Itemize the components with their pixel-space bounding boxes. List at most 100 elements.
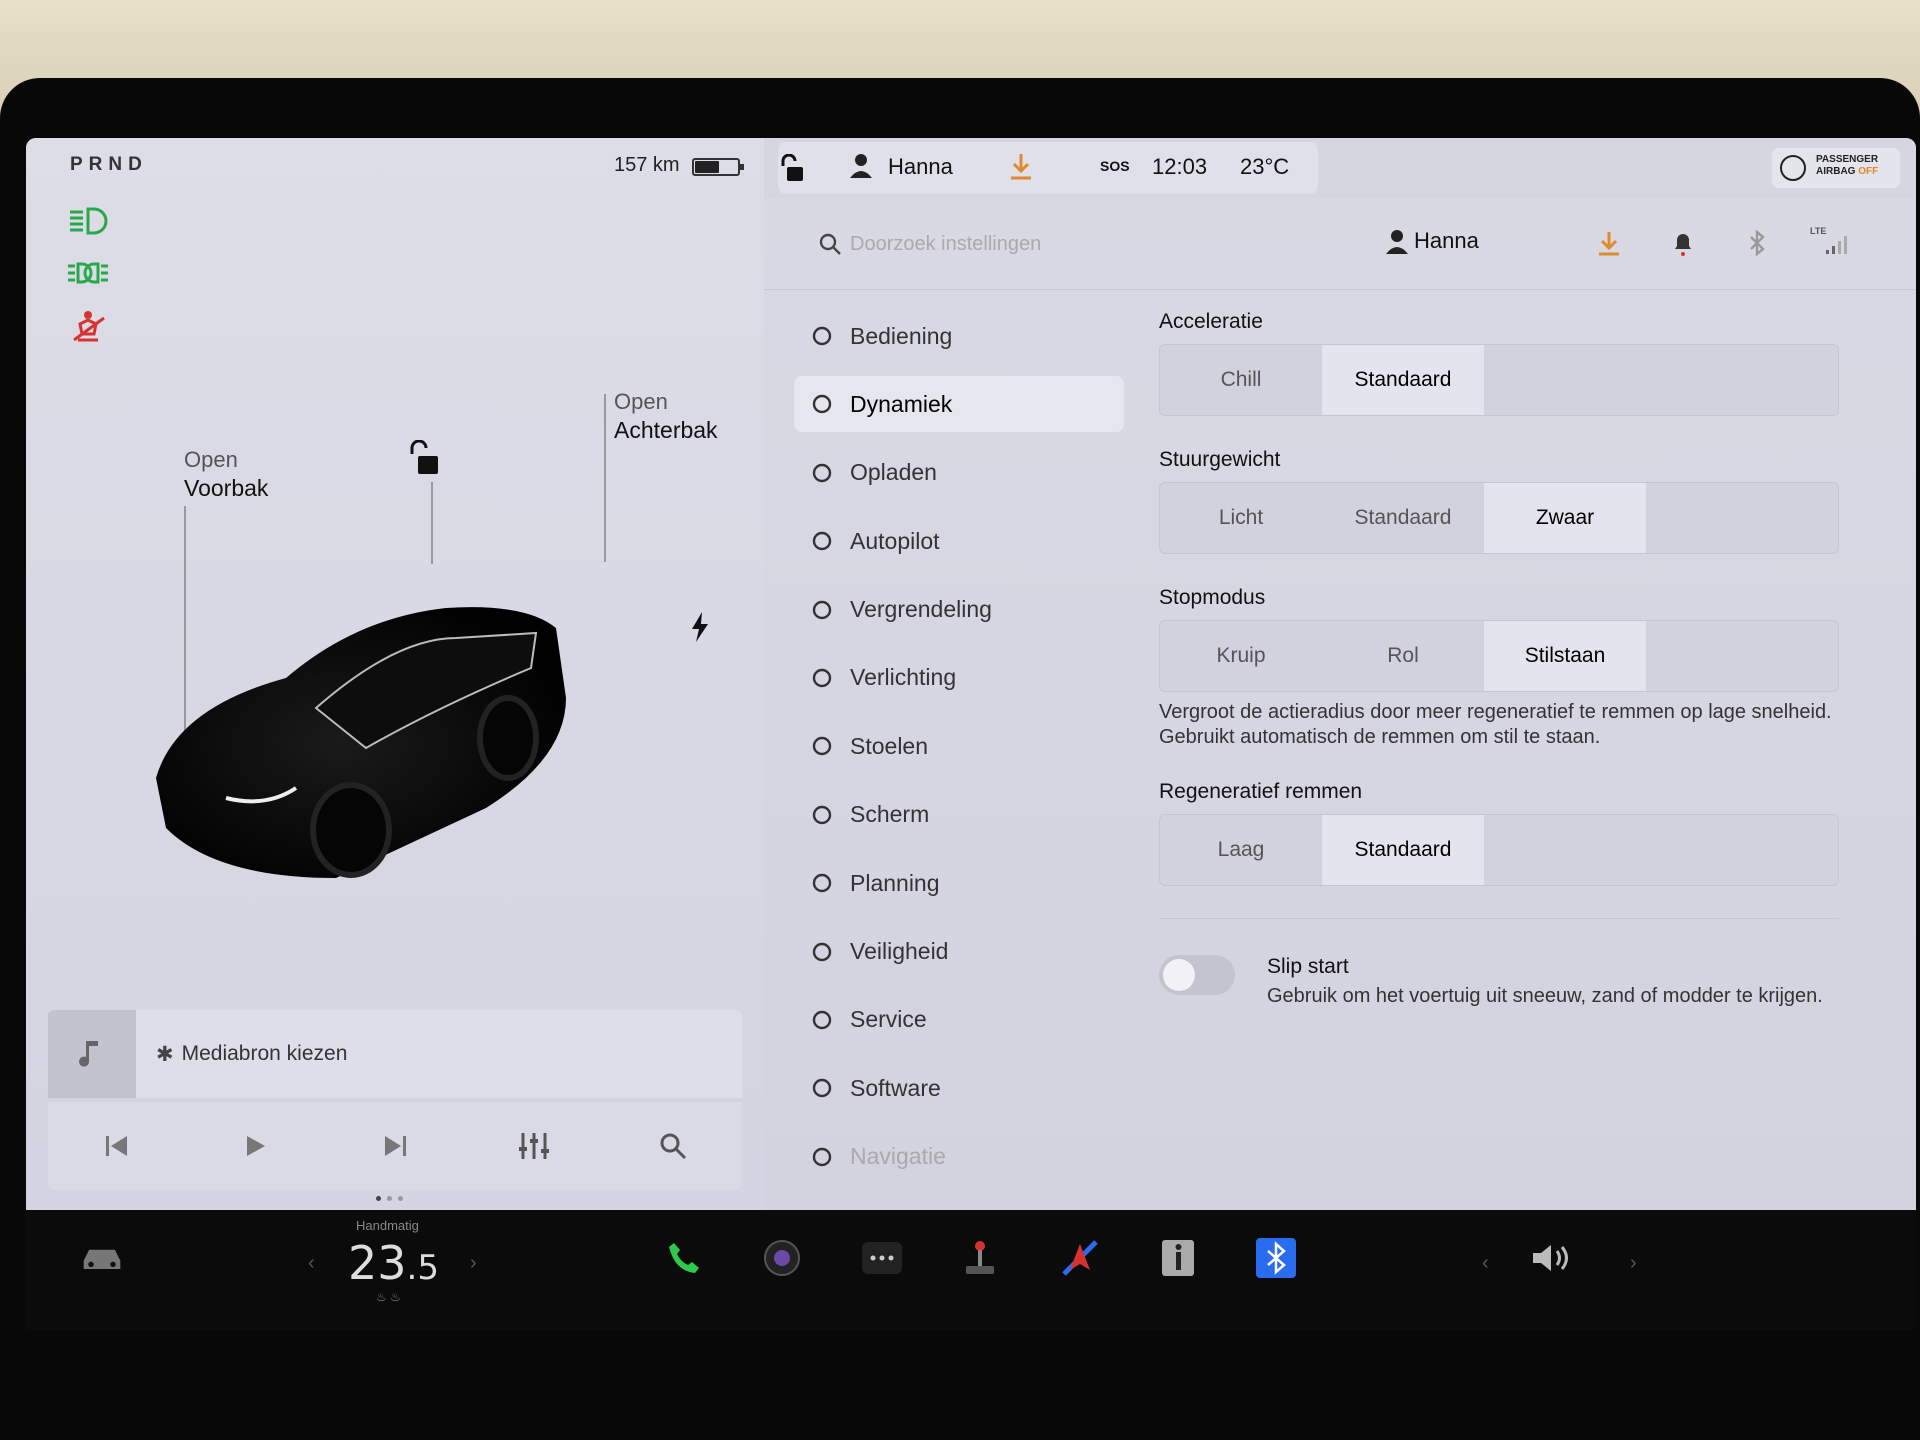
media-search-icon[interactable] <box>653 1126 693 1166</box>
acceleration-option[interactable]: Chill <box>1160 345 1322 415</box>
charge-port-icon[interactable] <box>690 612 710 642</box>
acceleration-title: Acceleratie <box>1159 310 1263 333</box>
battery-icon <box>692 158 744 176</box>
lock-icon <box>810 598 834 622</box>
profile-icon[interactable] <box>1386 230 1408 254</box>
car-icon[interactable] <box>80 1236 124 1280</box>
volume-up-icon[interactable]: › <box>1630 1252 1637 1275</box>
seatbelt-warning-icon <box>73 311 105 342</box>
acceleration-option[interactable]: Standaard <box>1322 345 1484 415</box>
slip-start-description: Gebruik om het voertuig uit sneeuw, zand… <box>1267 985 1823 1007</box>
navigation-icon <box>810 1145 834 1169</box>
regen-option[interactable]: Standaard <box>1322 815 1484 885</box>
nav-item-veiligheid[interactable]: Veiligheid <box>794 924 1124 980</box>
nav-item-vergrendeling[interactable]: Vergrendeling <box>794 582 1124 638</box>
temp-up-icon[interactable]: › <box>470 1252 477 1275</box>
media-source-button[interactable]: ✱ Mediabron kiezen <box>136 1010 742 1098</box>
dynamics-settings: Acceleratie Chill Standaard Stuurgewicht … <box>1159 310 1839 1045</box>
settings-search-input[interactable] <box>850 228 1270 260</box>
steering-title: Stuurgewicht <box>1159 448 1281 471</box>
profile-name[interactable]: Hanna <box>1414 228 1479 254</box>
stop-mode-option[interactable]: Rol <box>1322 621 1484 691</box>
lock-status-icon[interactable] <box>780 154 804 182</box>
rear-trunk-label[interactable]: Open Achterbak <box>614 388 718 444</box>
stop-mode-title: Stopmodus <box>1159 586 1266 609</box>
cabin-temperature[interactable]: 23.5 <box>348 1236 439 1290</box>
play-icon[interactable] <box>236 1126 276 1166</box>
stop-mode-option[interactable]: Stilstaan <box>1484 621 1646 691</box>
steering-option[interactable]: Licht <box>1160 483 1322 553</box>
phone-icon[interactable] <box>662 1236 706 1280</box>
regen-option[interactable]: Laag <box>1160 815 1322 885</box>
steering-option[interactable]: Zwaar <box>1484 483 1646 553</box>
nav-item-verlichting[interactable]: Verlichting <box>794 650 1124 706</box>
previous-track-icon[interactable] <box>97 1126 137 1166</box>
clock: 12:03 <box>1152 154 1208 179</box>
rear-trunk-status: Open <box>614 389 668 414</box>
slip-start-toggle[interactable] <box>1159 955 1235 995</box>
next-track-icon[interactable] <box>375 1126 415 1166</box>
nav-item-label: Vergrendeling <box>850 596 992 623</box>
download-icon[interactable] <box>1010 154 1032 180</box>
gear-indicator: PRND <box>70 154 148 175</box>
nav-item-service[interactable]: Service <box>794 992 1124 1048</box>
alarm-icon <box>810 871 834 895</box>
seat-icon <box>810 734 834 758</box>
nav-item-label: Scherm <box>850 801 930 828</box>
slip-start-title: Slip start <box>1267 955 1349 978</box>
notification-bell-icon[interactable] <box>1670 230 1696 256</box>
nav-item-opladen[interactable]: Opladen <box>794 445 1124 501</box>
nav-item-planning[interactable]: Planning <box>794 855 1124 911</box>
volume-down-icon[interactable]: ‹ <box>1482 1252 1489 1275</box>
manual-info-icon[interactable] <box>1156 1236 1200 1280</box>
nav-item-label: Bediening <box>850 322 953 349</box>
nav-item-dynamiek[interactable]: Dynamiek <box>794 376 1124 433</box>
wrench-icon <box>810 1008 834 1032</box>
range-readout: 157 km <box>614 154 680 176</box>
temp-down-icon[interactable]: ‹ <box>308 1252 315 1275</box>
volume-icon[interactable] <box>1530 1236 1574 1280</box>
stop-mode-option[interactable]: Kruip <box>1160 621 1322 691</box>
nav-item-autopilot[interactable]: Autopilot <box>794 513 1124 569</box>
toggle-icon <box>810 324 834 348</box>
software-update-icon[interactable] <box>1596 230 1622 256</box>
passenger-airbag-status: PASSENGER AIRBAG OFF <box>1772 148 1900 188</box>
nav-item-label: Software <box>850 1074 941 1101</box>
navigation-app-icon[interactable] <box>1058 1236 1102 1280</box>
settings-panel: Hanna LTE Bediening Dynamiek Opladen Autopi… <box>764 198 1916 1210</box>
unlock-icon[interactable] <box>408 440 440 476</box>
bluetooth-app-icon[interactable] <box>1254 1236 1298 1280</box>
nav-item-label: Navigatie <box>850 1143 946 1170</box>
camera-icon[interactable] <box>760 1236 804 1280</box>
rear-trunk-line <box>604 394 606 562</box>
nav-item-label: Service <box>850 1006 927 1033</box>
nav-item-stoelen[interactable]: Stoelen <box>794 718 1124 774</box>
seat-heat-icon[interactable]: ♨ ♨ <box>376 1290 401 1304</box>
album-art <box>48 1010 136 1098</box>
equalizer-icon[interactable] <box>514 1126 554 1166</box>
media-source-label: Mediabron kiezen <box>181 1042 348 1065</box>
steering-option[interactable]: Standaard <box>1322 483 1484 553</box>
sos-button[interactable]: SOS <box>1100 158 1130 174</box>
front-trunk-label[interactable]: Open Voorbak <box>184 446 268 502</box>
nav-item-label: Autopilot <box>850 527 940 554</box>
nav-item-label: Dynamiek <box>850 390 953 417</box>
settings-header: Hanna LTE <box>764 198 1916 290</box>
sun-icon <box>810 666 834 690</box>
nav-item-bediening[interactable]: Bediening <box>794 308 1124 364</box>
more-apps-icon[interactable] <box>860 1236 904 1280</box>
user-icon[interactable] <box>850 154 872 178</box>
car-model-image <box>156 607 566 878</box>
slip-start-setting: Slip start Gebruik om het voertuig uit s… <box>1159 955 1839 1045</box>
bluetooth-status-icon[interactable] <box>1744 230 1770 256</box>
nav-item-navigatie[interactable]: Navigatie <box>794 1129 1124 1185</box>
media-controls <box>48 1102 742 1190</box>
nav-item-scherm[interactable]: Scherm <box>794 787 1124 843</box>
front-trunk-status: Open <box>184 447 238 472</box>
rear-trunk-name: Achterbak <box>614 417 718 443</box>
nav-item-label: Veiligheid <box>850 938 949 965</box>
nav-item-software[interactable]: Software <box>794 1060 1124 1116</box>
status-user-name[interactable]: Hanna <box>888 154 953 180</box>
toybox-joystick-icon[interactable] <box>958 1236 1002 1280</box>
status-bar: Hanna SOS 12:03 23°C PASSENGER AIRBAG OF… <box>764 138 1916 198</box>
